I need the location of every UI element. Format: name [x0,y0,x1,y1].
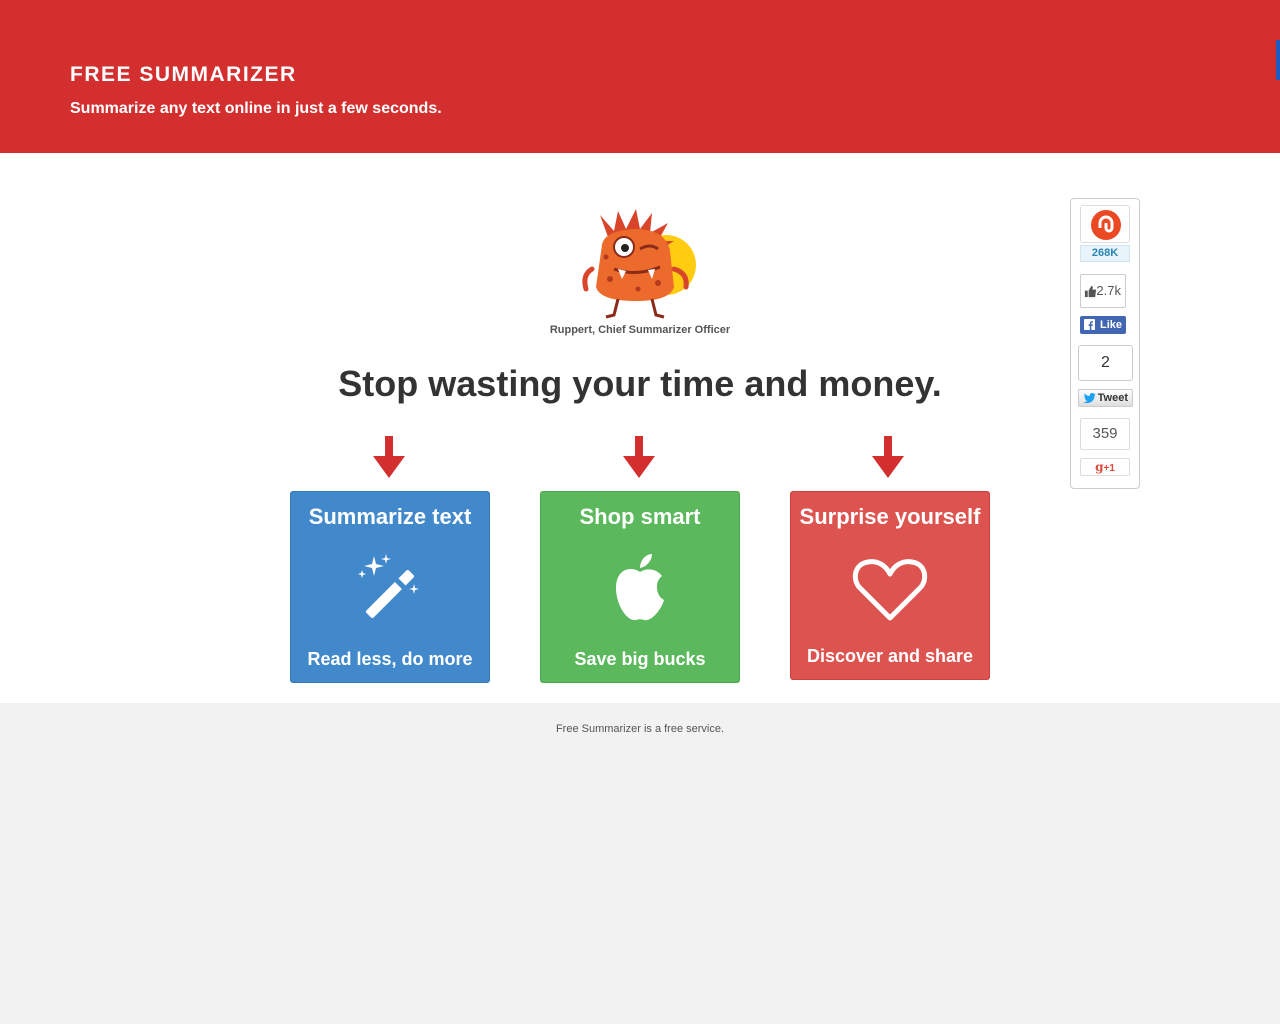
facebook-count-box: 2.7k [1080,274,1126,308]
footer-text: Free Summarizer is a free service. [555,723,725,735]
heart-icon [852,559,928,621]
mascot-illustration [582,209,696,319]
stumbleupon-button[interactable] [1080,205,1130,243]
stumbleupon-icon [1091,210,1121,240]
card-subtitle: Discover and share [806,646,974,666]
facebook-like-label: Like [1099,319,1122,331]
card-subtitle: Save big bucks [574,649,706,669]
twitter-bird-icon [1083,393,1096,404]
social-share-bar: 268K 2.7k Like 2 Tweet 359 g+1 [1070,198,1140,489]
site-header: FREE SUMMARIZER Summarize any text onlin… [0,0,1280,153]
googleplus-label: +1 [1103,463,1115,474]
main-content: Ruppert, Chief Summarizer Officer Stop w… [0,153,1280,703]
card-title: Summarize text [308,504,472,529]
googleplus-button[interactable]: g+1 [1080,458,1130,476]
facebook-icon [1084,319,1095,330]
googleplus-count: 359 [1080,418,1130,450]
tweet-button[interactable]: Tweet [1078,389,1133,407]
down-arrow-icon [373,436,405,478]
down-arrow-icon [872,436,904,478]
card-title: Surprise yourself [799,504,981,529]
card-subtitle: Read less, do more [307,649,473,669]
magic-wand-icon [358,554,419,618]
site-brand[interactable]: FREE SUMMARIZER [70,63,297,87]
facebook-like-button[interactable]: Like [1080,316,1126,334]
down-arrow-icon [623,436,655,478]
apple-icon [616,554,664,621]
thumbs-up-icon [1084,285,1097,298]
card-title: Shop smart [579,504,701,529]
summarize-text-card[interactable]: Summarize text Read less, do more [290,491,490,683]
stumbleupon-count: 268K [1080,245,1130,262]
shop-smart-card[interactable]: Shop smart Save big bucks [540,491,740,683]
surprise-yourself-card[interactable]: Surprise yourself Discover and share [790,491,990,680]
twitter-count: 2 [1078,345,1133,381]
edge-tab[interactable] [1276,40,1280,80]
site-tagline: Summarize any text online in just a few … [70,100,442,117]
tweet-label: Tweet [1097,392,1128,404]
facebook-count: 2.7k [1096,283,1121,298]
